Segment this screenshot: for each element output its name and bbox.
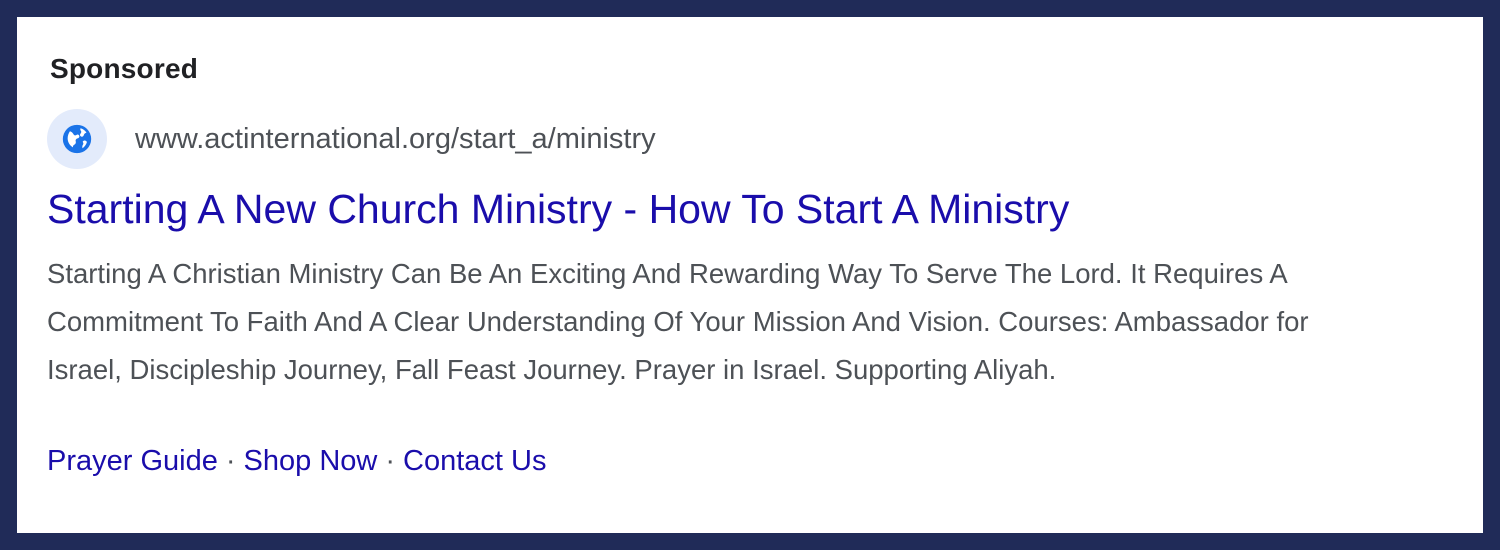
- ad-description: Starting A Christian Ministry Can Be An …: [47, 258, 1309, 385]
- ad-headline[interactable]: Starting A New Church Ministry - How To …: [47, 186, 1069, 233]
- favicon: [47, 109, 107, 169]
- sitelink-prayer-guide[interactable]: Prayer Guide: [47, 445, 218, 477]
- sitelink-contact-us[interactable]: Contact Us: [403, 445, 546, 477]
- site-row[interactable]: www.actinternational.org/start_a/ministr…: [47, 109, 656, 169]
- sitelink-shop-now[interactable]: Shop Now: [244, 445, 378, 477]
- sitelinks: Prayer Guide · Shop Now · Contact Us: [47, 445, 546, 478]
- headline-separator: -: [623, 186, 638, 232]
- ad-card: Sponsored www.actinternational.org/start…: [17, 17, 1483, 533]
- sponsored-label: Sponsored: [50, 53, 199, 84]
- globe-icon: [62, 124, 92, 154]
- headline-link-part1[interactable]: Starting A New Church Ministry: [47, 186, 612, 232]
- display-url[interactable]: www.actinternational.org/start_a/ministr…: [135, 123, 656, 156]
- sitelink-separator: ·: [225, 445, 236, 477]
- headline-link-part2[interactable]: How To Start A Ministry: [649, 186, 1070, 232]
- sitelink-separator: ·: [385, 445, 396, 477]
